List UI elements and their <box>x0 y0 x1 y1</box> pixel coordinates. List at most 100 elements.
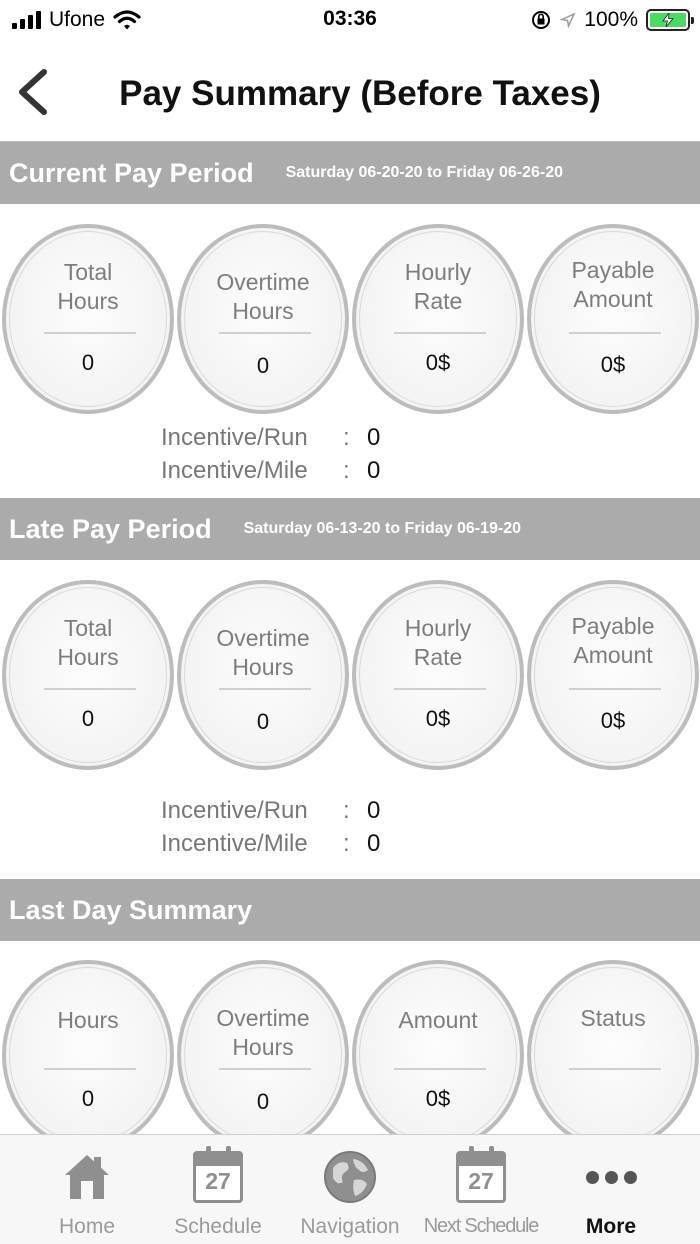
current-pay-period-header: Current Pay Period Saturday 06-20-20 to … <box>0 142 700 204</box>
stat-value: 0 <box>256 1089 270 1114</box>
stat-value: 0 <box>81 350 95 375</box>
incentive-value: 0 <box>367 830 381 857</box>
tab-label: More <box>585 1215 637 1238</box>
last-day-stats: Hours 0 Overtime Hours 0 Amount 0$ Status <box>0 960 700 1152</box>
status-right: 100% <box>530 6 694 34</box>
stat-label: Hourly Rate <box>404 259 472 314</box>
incentive-label: Incentive/Run <box>161 797 308 824</box>
stat-value: 0$ <box>600 708 626 733</box>
stat-circle-overtime-hours: Overtime Hours 0 <box>177 224 349 414</box>
separator: : <box>343 457 350 484</box>
calendar-day: 27 <box>205 1168 231 1194</box>
stat-divider <box>394 1068 486 1070</box>
late-period-stats: Total Hours 0 Overtime Hours 0 Hourly Rate … <box>0 580 700 772</box>
stat-circle-total-hours: Total Hours 0 <box>2 580 174 770</box>
period-range: Saturday 06-20-20 to Friday 06-26-20 <box>285 164 564 181</box>
stat-value: 0 <box>81 1086 95 1111</box>
stat-label: Total Hours <box>57 259 119 314</box>
tab-bar: Home 27 Schedule Navigation 27 Next Sche… <box>0 1134 700 1244</box>
stat-circle-payable-amount: Payable Amount 0$ <box>527 224 699 414</box>
stat-circle-status: Status <box>527 960 699 1150</box>
stat-circle-overtime-hours: Overtime Hours 0 <box>177 960 349 1150</box>
stat-circle-hours: Hours 0 <box>2 960 174 1150</box>
incentive-label: Incentive/Mile <box>161 830 308 857</box>
stat-value: 0$ <box>600 352 626 377</box>
stat-value: 0$ <box>425 1086 451 1111</box>
stat-divider <box>44 332 136 334</box>
stat-divider <box>44 688 136 690</box>
incentive-value: 0 <box>367 797 381 824</box>
section-title: Late Pay Period <box>9 513 212 544</box>
tab-label: Schedule <box>174 1215 262 1238</box>
section-title: Last Day Summary <box>9 894 253 925</box>
incentive-value: 0 <box>367 457 381 484</box>
separator: : <box>343 424 350 451</box>
navigation-bar: Pay Summary (Before Taxes) <box>0 40 700 142</box>
stat-circle-hourly-rate: Hourly Rate 0$ <box>352 580 524 770</box>
stat-divider <box>219 1068 311 1070</box>
stat-label: Overtime Hours <box>216 625 310 680</box>
incentive-run-row: Incentive/Run:0 <box>161 797 380 825</box>
home-icon <box>22 1149 152 1205</box>
separator: : <box>343 797 350 824</box>
incentive-mile-row: Incentive/Mile:0 <box>161 830 380 858</box>
status-bar: Ufone 03:36 100% <box>0 0 700 40</box>
stat-circle-total-hours: Total Hours 0 <box>2 224 174 414</box>
tab-label: Home <box>58 1215 116 1238</box>
stat-circle-overtime-hours: Overtime Hours 0 <box>177 580 349 770</box>
tab-home[interactable]: Home <box>22 1135 152 1244</box>
tab-more[interactable]: More <box>556 1135 666 1244</box>
stat-value: 0 <box>256 353 270 378</box>
stat-label: Total Hours <box>57 615 119 670</box>
stat-value: 0 <box>81 706 95 731</box>
more-icon <box>556 1149 666 1205</box>
stat-label: Amount <box>398 1007 478 1033</box>
globe-icon <box>290 1149 410 1205</box>
location-icon <box>560 12 576 28</box>
stat-label: Hourly Rate <box>404 615 472 670</box>
stat-divider <box>394 332 486 334</box>
stat-circle-amount: Amount 0$ <box>352 960 524 1150</box>
stat-divider <box>569 688 661 690</box>
current-period-stats: Total Hours 0 Overtime Hours 0 Hourly Rate … <box>0 224 700 416</box>
stat-label: Overtime Hours <box>216 269 310 324</box>
tab-schedule[interactable]: 27 Schedule <box>153 1135 283 1244</box>
incentive-label: Incentive/Run <box>161 424 308 451</box>
stat-value: 0 <box>256 709 270 734</box>
page-title: Pay Summary (Before Taxes) <box>119 74 601 113</box>
incentive-run-row: Incentive/Run:0 <box>161 424 380 452</box>
tab-label: Navigation <box>300 1215 400 1238</box>
late-pay-period-header: Late Pay Period Saturday 06-13-20 to Fri… <box>0 498 700 560</box>
battery-percent: 100% <box>584 8 638 31</box>
calendar-icon: 27 <box>153 1146 283 1205</box>
incentive-value: 0 <box>367 424 381 451</box>
battery-icon <box>646 9 694 31</box>
stat-circle-payable-amount: Payable Amount 0$ <box>527 580 699 770</box>
tab-label: Next Schedule <box>423 1215 540 1237</box>
incentive-label: Incentive/Mile <box>161 457 308 484</box>
stat-divider <box>219 688 311 690</box>
separator: : <box>343 830 350 857</box>
stat-label: Hours <box>57 1007 119 1033</box>
incentive-mile-row: Incentive/Mile:0 <box>161 457 380 485</box>
stat-divider <box>394 688 486 690</box>
last-day-summary-header: Last Day Summary <box>0 879 700 941</box>
stat-divider <box>569 332 661 334</box>
stat-divider <box>219 332 311 334</box>
tab-next-schedule[interactable]: 27 Next Schedule <box>415 1135 547 1244</box>
section-title: Current Pay Period <box>9 157 254 188</box>
stat-label: Payable Amount <box>571 257 655 312</box>
calendar-day: 27 <box>468 1168 494 1194</box>
stat-divider <box>44 1068 136 1070</box>
stat-label: Overtime Hours <box>216 1005 310 1060</box>
stat-label: Status <box>580 1005 646 1031</box>
stat-value: 0$ <box>425 706 451 731</box>
calendar-icon: 27 <box>415 1146 547 1205</box>
stat-value: 0$ <box>425 350 451 375</box>
stat-label: Payable Amount <box>571 613 655 668</box>
period-range: Saturday 06-13-20 to Friday 06-19-20 <box>243 520 522 537</box>
stat-divider <box>569 1068 661 1070</box>
tab-navigation[interactable]: Navigation <box>290 1135 410 1244</box>
charging-bolt-icon <box>662 13 674 27</box>
orientation-lock-icon <box>532 11 551 29</box>
